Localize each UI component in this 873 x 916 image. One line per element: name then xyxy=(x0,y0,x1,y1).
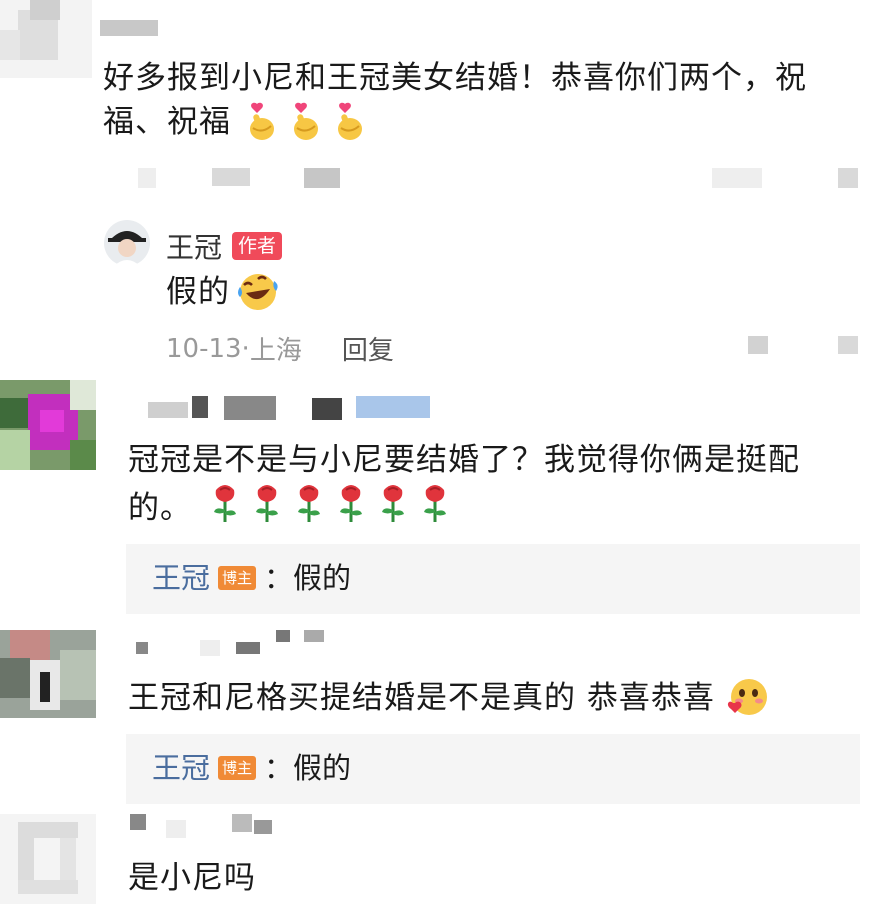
finger-heart-icon xyxy=(250,102,274,140)
avatar[interactable] xyxy=(104,220,150,266)
blushing-heart-icon xyxy=(727,679,767,715)
finger-heart-icon xyxy=(294,102,318,140)
reply-author-name[interactable]: 王冠 xyxy=(152,748,210,788)
author-badge: 作者 xyxy=(232,232,283,260)
reply-preview[interactable]: 王冠 博主 ：假的 xyxy=(126,734,860,804)
laughing-tears-icon xyxy=(238,274,278,310)
comment-text: 是小尼吗 xyxy=(128,860,256,896)
reply-date: 10-13· xyxy=(166,333,250,364)
rose-icon xyxy=(252,482,282,534)
reply-text: 假的 xyxy=(166,274,230,310)
reply-button[interactable]: 回复 xyxy=(342,330,394,367)
reply-location: 上海 xyxy=(249,336,302,366)
reply-text: ：假的 xyxy=(264,751,352,785)
avatar[interactable] xyxy=(0,814,96,904)
avatar[interactable] xyxy=(0,0,92,78)
rose-icon xyxy=(210,482,240,534)
blogger-badge: 博主 xyxy=(218,756,257,780)
rose-icon xyxy=(420,482,450,534)
rose-icon xyxy=(294,482,324,534)
rose-icon xyxy=(336,482,366,534)
finger-heart-icon xyxy=(338,102,362,140)
avatar[interactable] xyxy=(0,630,96,718)
reply-author-name[interactable]: 王冠 xyxy=(166,226,222,266)
username-hidden[interactable] xyxy=(100,20,158,36)
blogger-badge: 博主 xyxy=(218,566,257,590)
comment-text: 好多报到小尼和王冠美女结婚！恭喜你们两个，祝 福、祝福 xyxy=(103,60,807,140)
reply-author-name[interactable]: 王冠 xyxy=(152,558,210,598)
reply-text: ：假的 xyxy=(264,561,352,595)
comment-text: 王冠和尼格买提结婚是不是真的 恭喜恭喜 xyxy=(128,676,769,720)
reply-preview[interactable]: 王冠 博主 ：假的 xyxy=(126,544,860,614)
comment-text: 冠冠是不是与小尼要结婚了？我觉得你俩是挺配 的。 xyxy=(128,438,858,534)
rose-icon xyxy=(378,482,408,534)
avatar[interactable] xyxy=(0,380,96,470)
